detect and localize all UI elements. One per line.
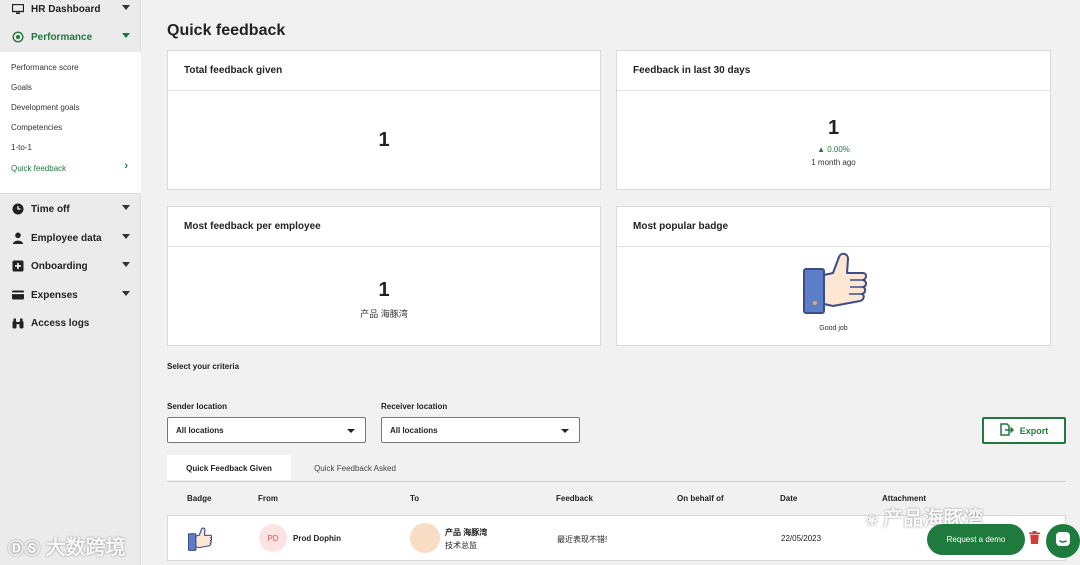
receiver-location-label: Receiver location (381, 402, 448, 411)
nav-onboarding-label: Onboarding (31, 260, 88, 272)
column-badge: Badge (187, 494, 212, 503)
column-feedback: Feedback (556, 494, 593, 503)
nav-expenses[interactable]: Expenses (0, 282, 141, 308)
submenu-quick-feedback[interactable]: Quick feedback (11, 164, 66, 173)
card-title: Feedback in last 30 days (617, 51, 1050, 91)
caret-down-icon (561, 429, 569, 433)
to-name: 产品 海豚湾 (445, 528, 488, 537)
avatar: PD (259, 524, 287, 552)
chevron-down-icon (122, 205, 130, 210)
date-value: 22/05/2023 (781, 534, 822, 543)
nav-access-logs[interactable]: Access logs (0, 310, 141, 336)
chevron-right-icon: › (124, 160, 128, 172)
card-most-popular-badge: Most popular badge Good job (616, 206, 1051, 346)
caret-down-icon (347, 429, 355, 433)
nav-employee-data[interactable]: Employee data (0, 225, 141, 251)
trend-percent: 0.00% (827, 145, 850, 154)
submenu-performance-score[interactable]: Performance score (11, 63, 79, 72)
user-icon (12, 232, 24, 244)
chevron-down-icon (122, 5, 130, 10)
target-icon (12, 31, 24, 43)
total-feedback-value: 1 (378, 129, 390, 151)
export-icon (999, 423, 1014, 438)
export-button[interactable]: Export (982, 417, 1066, 444)
column-to: To (410, 494, 420, 503)
from-name: Prod Dophin (293, 534, 341, 543)
performance-submenu: Performance score Goals Development goal… (0, 52, 141, 194)
column-on-behalf-of: On behalf of (677, 494, 724, 503)
sidebar: HR Dashboard Performance Performance sco… (0, 0, 141, 565)
credit-card-icon (12, 289, 24, 301)
nav-expenses-label: Expenses (31, 289, 78, 301)
card-total-feedback: Total feedback given 1 (167, 50, 601, 190)
submenu-one-to-one[interactable]: 1-to-1 (11, 143, 32, 152)
submenu-goals[interactable]: Goals (11, 83, 32, 92)
chevron-down-icon (122, 33, 130, 38)
last-30-days-ago: 1 month ago (811, 158, 856, 167)
nav-performance-label: Performance (31, 31, 93, 43)
trash-icon[interactable] (1029, 531, 1040, 549)
per-employee-value: 1 (378, 279, 390, 301)
feedback-text: 最近表现不错! (557, 535, 608, 544)
nav-time-off-label: Time off (31, 203, 70, 215)
thumbs-up-badge-icon (803, 251, 867, 320)
trend-indicator: ▲ 0.00% (617, 145, 1050, 154)
chevron-down-icon (122, 262, 130, 267)
card-title: Most popular badge (617, 207, 1050, 247)
thumbs-up-badge-icon (187, 527, 213, 556)
sender-location-value: All locations (176, 426, 224, 435)
sender-location-label: Sender location (167, 402, 228, 411)
wechat-icon: ❀ (866, 512, 878, 528)
export-label: Export (1019, 425, 1049, 436)
request-demo-button[interactable]: Request a demo (927, 524, 1025, 555)
card-feedback-last-30-days: Feedback in last 30 days 1 ▲ 0.00% 1 mon… (616, 50, 1051, 190)
column-date: Date (780, 494, 798, 503)
chat-button[interactable] (1046, 524, 1080, 558)
tab-quick-feedback-asked[interactable]: Quick Feedback Asked (296, 455, 414, 480)
criteria-title: Select your criteria (167, 362, 240, 371)
tab-quick-feedback-given[interactable]: Quick Feedback Given (167, 455, 291, 480)
nav-hr-dashboard-label: HR Dashboard (31, 3, 101, 15)
card-title: Most feedback per employee (168, 207, 600, 247)
trend-up-icon: ▲ (817, 145, 825, 154)
watermark-logo-icon: ⒹⓈ (8, 541, 41, 558)
top-employee-name: 产品 海豚湾 (360, 309, 408, 319)
nav-employee-data-label: Employee data (31, 232, 102, 244)
nav-access-logs-label: Access logs (31, 317, 90, 329)
nav-hr-dashboard[interactable]: HR Dashboard (0, 0, 141, 22)
submenu-competencies[interactable]: Competencies (11, 123, 62, 132)
monitor-icon (12, 3, 24, 15)
binoculars-icon (12, 317, 24, 329)
nav-performance[interactable]: Performance (0, 24, 141, 50)
card-title: Total feedback given (168, 51, 600, 91)
chevron-down-icon (122, 291, 130, 296)
badge-name: Good job (819, 325, 848, 332)
watermark-left: ⒹⓈ 大数跨境 (8, 531, 126, 560)
receiver-location-select[interactable]: All locations (381, 417, 580, 443)
chat-icon (1054, 530, 1072, 553)
column-from: From (258, 494, 278, 503)
sender-location-select[interactable]: All locations (167, 417, 366, 443)
to-title: 技术总监 (445, 541, 477, 550)
watermark-left-text: 大数跨境 (45, 537, 126, 559)
chevron-down-icon (122, 234, 130, 239)
plus-square-icon (12, 260, 24, 272)
nav-time-off[interactable]: Time off (0, 196, 141, 222)
submenu-development-goals[interactable]: Development goals (11, 103, 79, 112)
page-title: Quick feedback (167, 22, 286, 39)
last-30-days-value: 1 (827, 117, 840, 139)
receiver-location-value: All locations (390, 426, 438, 435)
avatar (410, 523, 440, 553)
clock-icon (12, 203, 24, 215)
nav-onboarding[interactable]: Onboarding (0, 253, 141, 279)
card-most-feedback-per-employee: Most feedback per employee 1 产品 海豚湾 (167, 206, 601, 346)
